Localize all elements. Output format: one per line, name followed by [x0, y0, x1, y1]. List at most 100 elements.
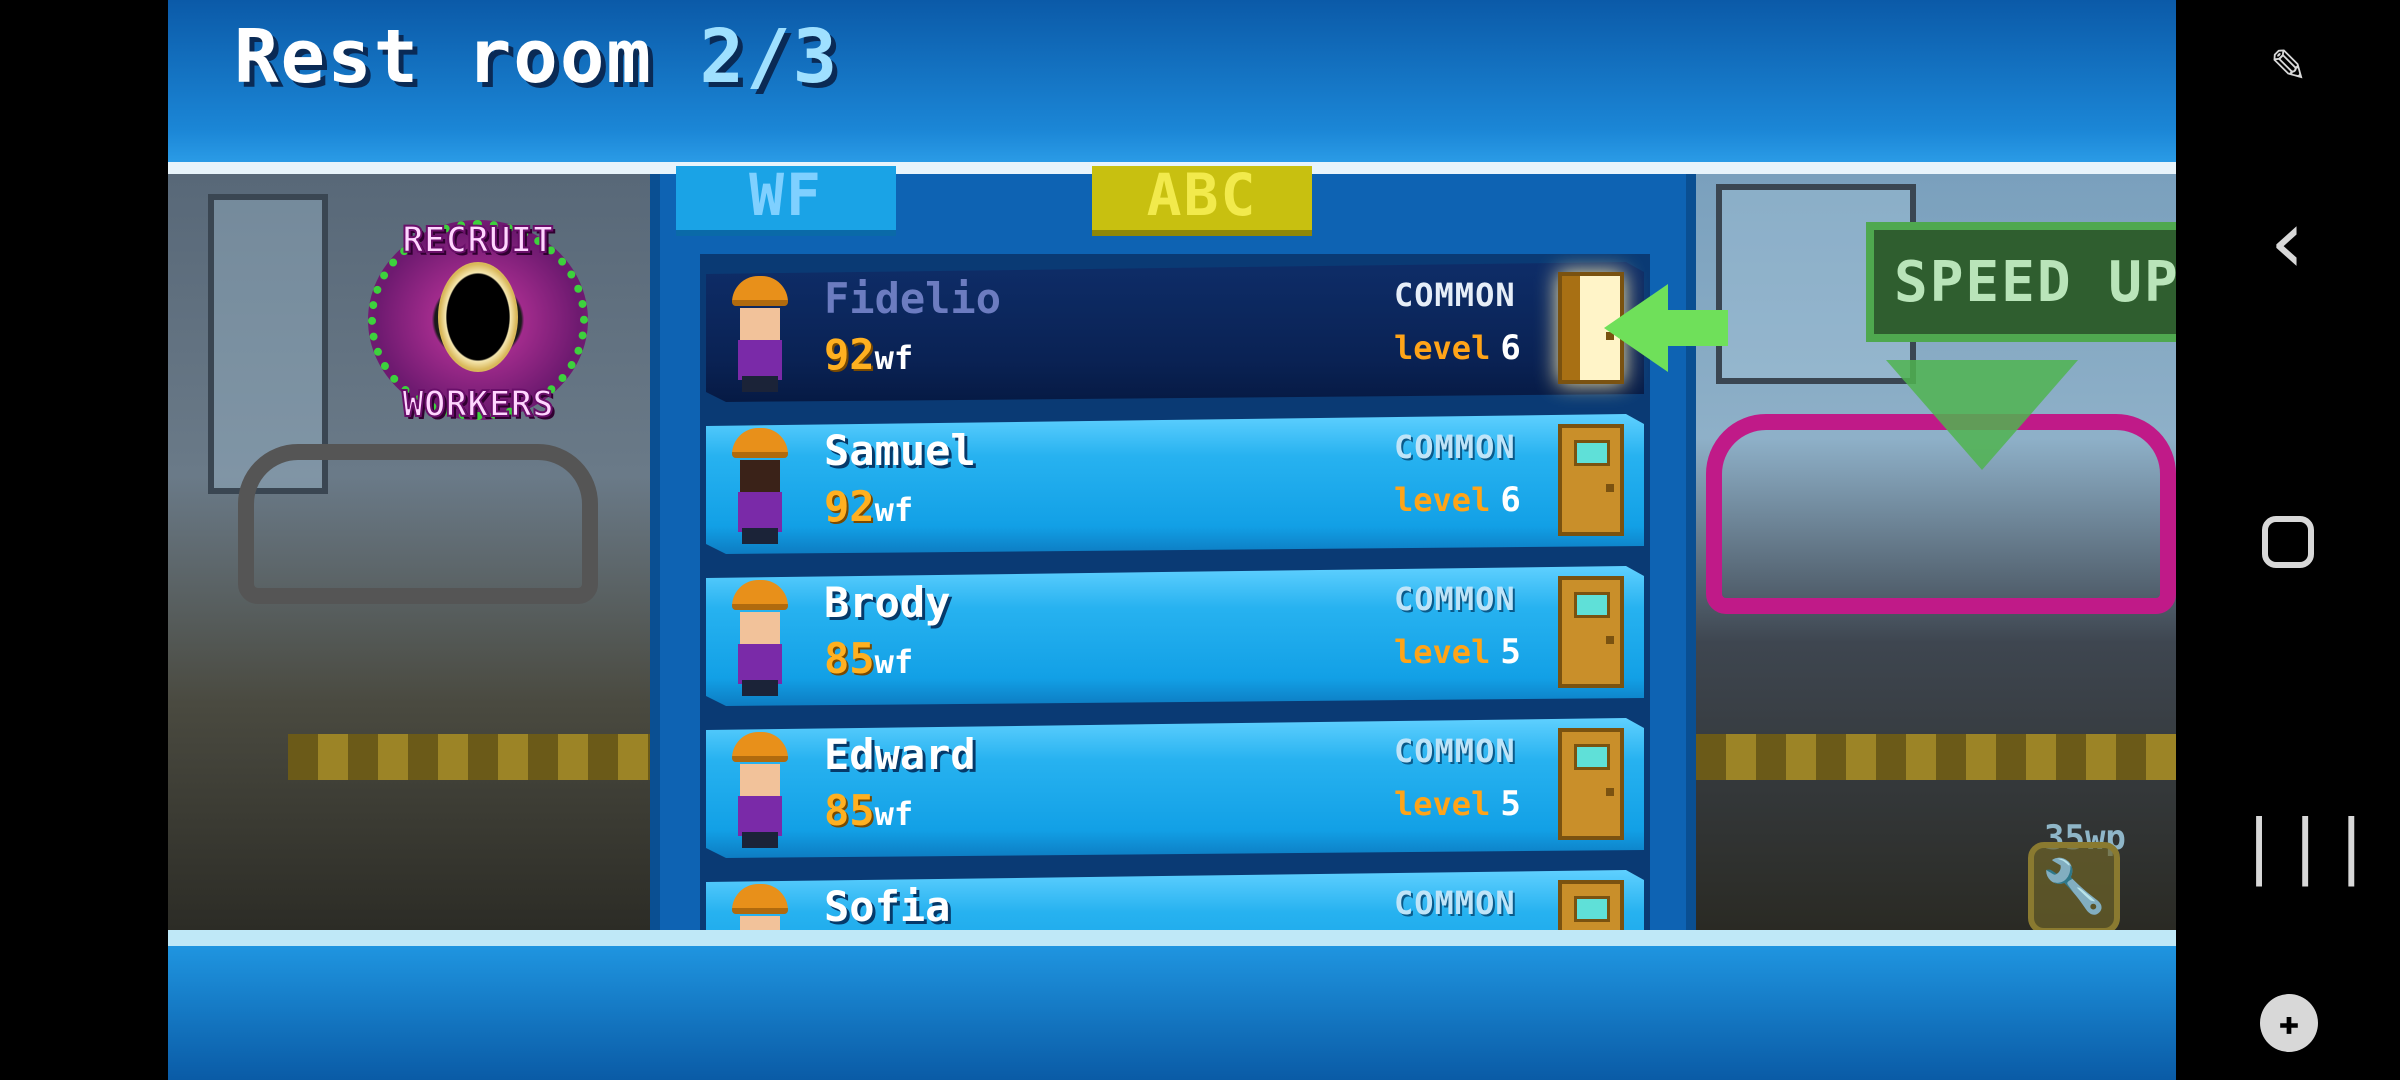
worker-body [738, 796, 782, 836]
worker-body [738, 492, 782, 532]
worker-name: Edward [824, 730, 976, 779]
home-square-icon[interactable] [2238, 492, 2338, 592]
door-icon[interactable] [1558, 880, 1624, 930]
hard-hat-icon [732, 580, 788, 610]
game-viewport: RECRUIT WORKERS SPEED UP 35wp 🔧 Rest roo… [168, 0, 2176, 1080]
recruit-workers-button[interactable]: RECRUIT WORKERS [348, 200, 608, 440]
wf-value: 85 [824, 634, 875, 683]
worker-face [740, 916, 780, 930]
title-text: Rest room [234, 14, 653, 100]
door-window [1574, 440, 1610, 466]
page-title: Rest room 2/3 [234, 14, 839, 100]
workers-label: WORKERS [401, 383, 555, 426]
hard-hat-icon [732, 428, 788, 458]
worker-wf: 92wf [824, 482, 913, 531]
door-knob [1606, 484, 1614, 492]
wrench-icon[interactable]: 🔧 [2028, 842, 2120, 934]
recent-apps-icon[interactable]: ||| [2238, 796, 2372, 896]
wf-unit: wf [874, 339, 914, 377]
worker-list[interactable]: Fidelio 92wf COMMON level 6 Samuel 92wf C… [700, 254, 1650, 930]
level-label: level [1394, 329, 1491, 367]
worker-rarity: COMMON [1394, 580, 1516, 618]
wf-unit: wf [874, 643, 914, 681]
worker-body [738, 644, 782, 684]
tab-sort-abc[interactable]: ABC [1092, 166, 1312, 236]
back-chevron-icon[interactable]: ‹ [2238, 192, 2338, 292]
pointer-arrow-tail [1664, 310, 1728, 346]
conveyor-belt [288, 734, 650, 780]
worker-name: Sofia [824, 882, 951, 930]
worker-name: Samuel [824, 426, 976, 475]
game-controller-shape: ✚ [2260, 994, 2318, 1052]
footer-bar [168, 946, 2176, 1080]
level-value: 6 [1500, 480, 1521, 520]
worker-avatar [728, 428, 792, 544]
hard-hat-icon [732, 732, 788, 762]
wf-value: 85 [824, 786, 875, 835]
worker-row-brody[interactable]: Brody 85wf COMMON level 5 [706, 566, 1644, 706]
level-label: level [1394, 785, 1491, 823]
wf-value: 92 [824, 482, 875, 531]
door-knob [1606, 636, 1614, 644]
home-square-shape [2262, 516, 2314, 568]
door-icon[interactable] [1558, 728, 1624, 840]
worker-legs [742, 376, 778, 392]
worker-legs [742, 832, 778, 848]
worker-row-sofia[interactable]: Sofia COMMON [706, 870, 1644, 930]
door-knob [1606, 788, 1614, 796]
tab-sort-wf[interactable]: WF [676, 166, 896, 236]
android-navigation-bar: ✎ ‹ ||| ✚ [2176, 0, 2400, 1080]
recruit-label: RECRUIT [401, 219, 555, 262]
worker-avatar [728, 884, 792, 930]
level-value: 5 [1500, 632, 1521, 672]
footer-divider [168, 930, 2176, 946]
pointer-arrow-icon [1604, 284, 1668, 372]
car-frame [238, 444, 598, 604]
worker-level: level 5 [1394, 632, 1521, 672]
worker-name: Brody [824, 578, 951, 627]
worker-silhouette-icon [438, 262, 518, 372]
worker-rarity: COMMON [1394, 884, 1516, 922]
worker-face [740, 460, 780, 492]
worker-face [740, 764, 780, 796]
worker-rarity: COMMON [1394, 732, 1516, 770]
door-window [1574, 896, 1610, 922]
worker-wf: 92wf [824, 330, 913, 379]
wf-value: 92 [824, 330, 875, 379]
room-count: 2/3 [699, 14, 840, 100]
worker-rarity: COMMON [1394, 276, 1516, 314]
worker-row-edward[interactable]: Edward 85wf COMMON level 5 [706, 718, 1644, 858]
worker-body [738, 340, 782, 380]
worker-legs [742, 528, 778, 544]
hard-hat-icon [732, 276, 788, 306]
worker-legs [742, 680, 778, 696]
worker-avatar [728, 732, 792, 848]
level-label: level [1394, 633, 1491, 671]
worker-level: level 6 [1394, 480, 1521, 520]
sort-tabs: WF ABC [660, 166, 1686, 238]
wf-unit: wf [874, 491, 914, 529]
worker-row-fidelio[interactable]: Fidelio 92wf COMMON level 6 [706, 262, 1644, 402]
worker-face [740, 612, 780, 644]
door-window [1574, 592, 1610, 618]
worker-level: level 5 [1394, 784, 1521, 824]
door-icon[interactable] [1558, 424, 1624, 536]
speed-up-label: SPEED UP [1894, 250, 2176, 315]
wf-unit: wf [874, 795, 914, 833]
worker-wf: 85wf [824, 786, 913, 835]
worker-avatar [728, 276, 792, 392]
worker-row-samuel[interactable]: Samuel 92wf COMMON level 6 [706, 414, 1644, 554]
conveyor-belt [1696, 734, 2176, 780]
worker-face [740, 308, 780, 340]
speed-up-button[interactable]: SPEED UP [1866, 222, 2176, 342]
mouse-pointer-icon[interactable]: ✎ [2238, 14, 2338, 114]
worker-rarity: COMMON [1394, 428, 1516, 466]
game-controller-icon[interactable]: ✚ [2238, 972, 2338, 1072]
header-bar: Rest room 2/3 [168, 0, 2176, 162]
level-value: 5 [1500, 784, 1521, 824]
level-label: level [1394, 481, 1491, 519]
door-icon[interactable] [1558, 576, 1624, 688]
hard-hat-icon [732, 884, 788, 914]
worker-level: level 6 [1394, 328, 1521, 368]
worker-avatar [728, 580, 792, 696]
